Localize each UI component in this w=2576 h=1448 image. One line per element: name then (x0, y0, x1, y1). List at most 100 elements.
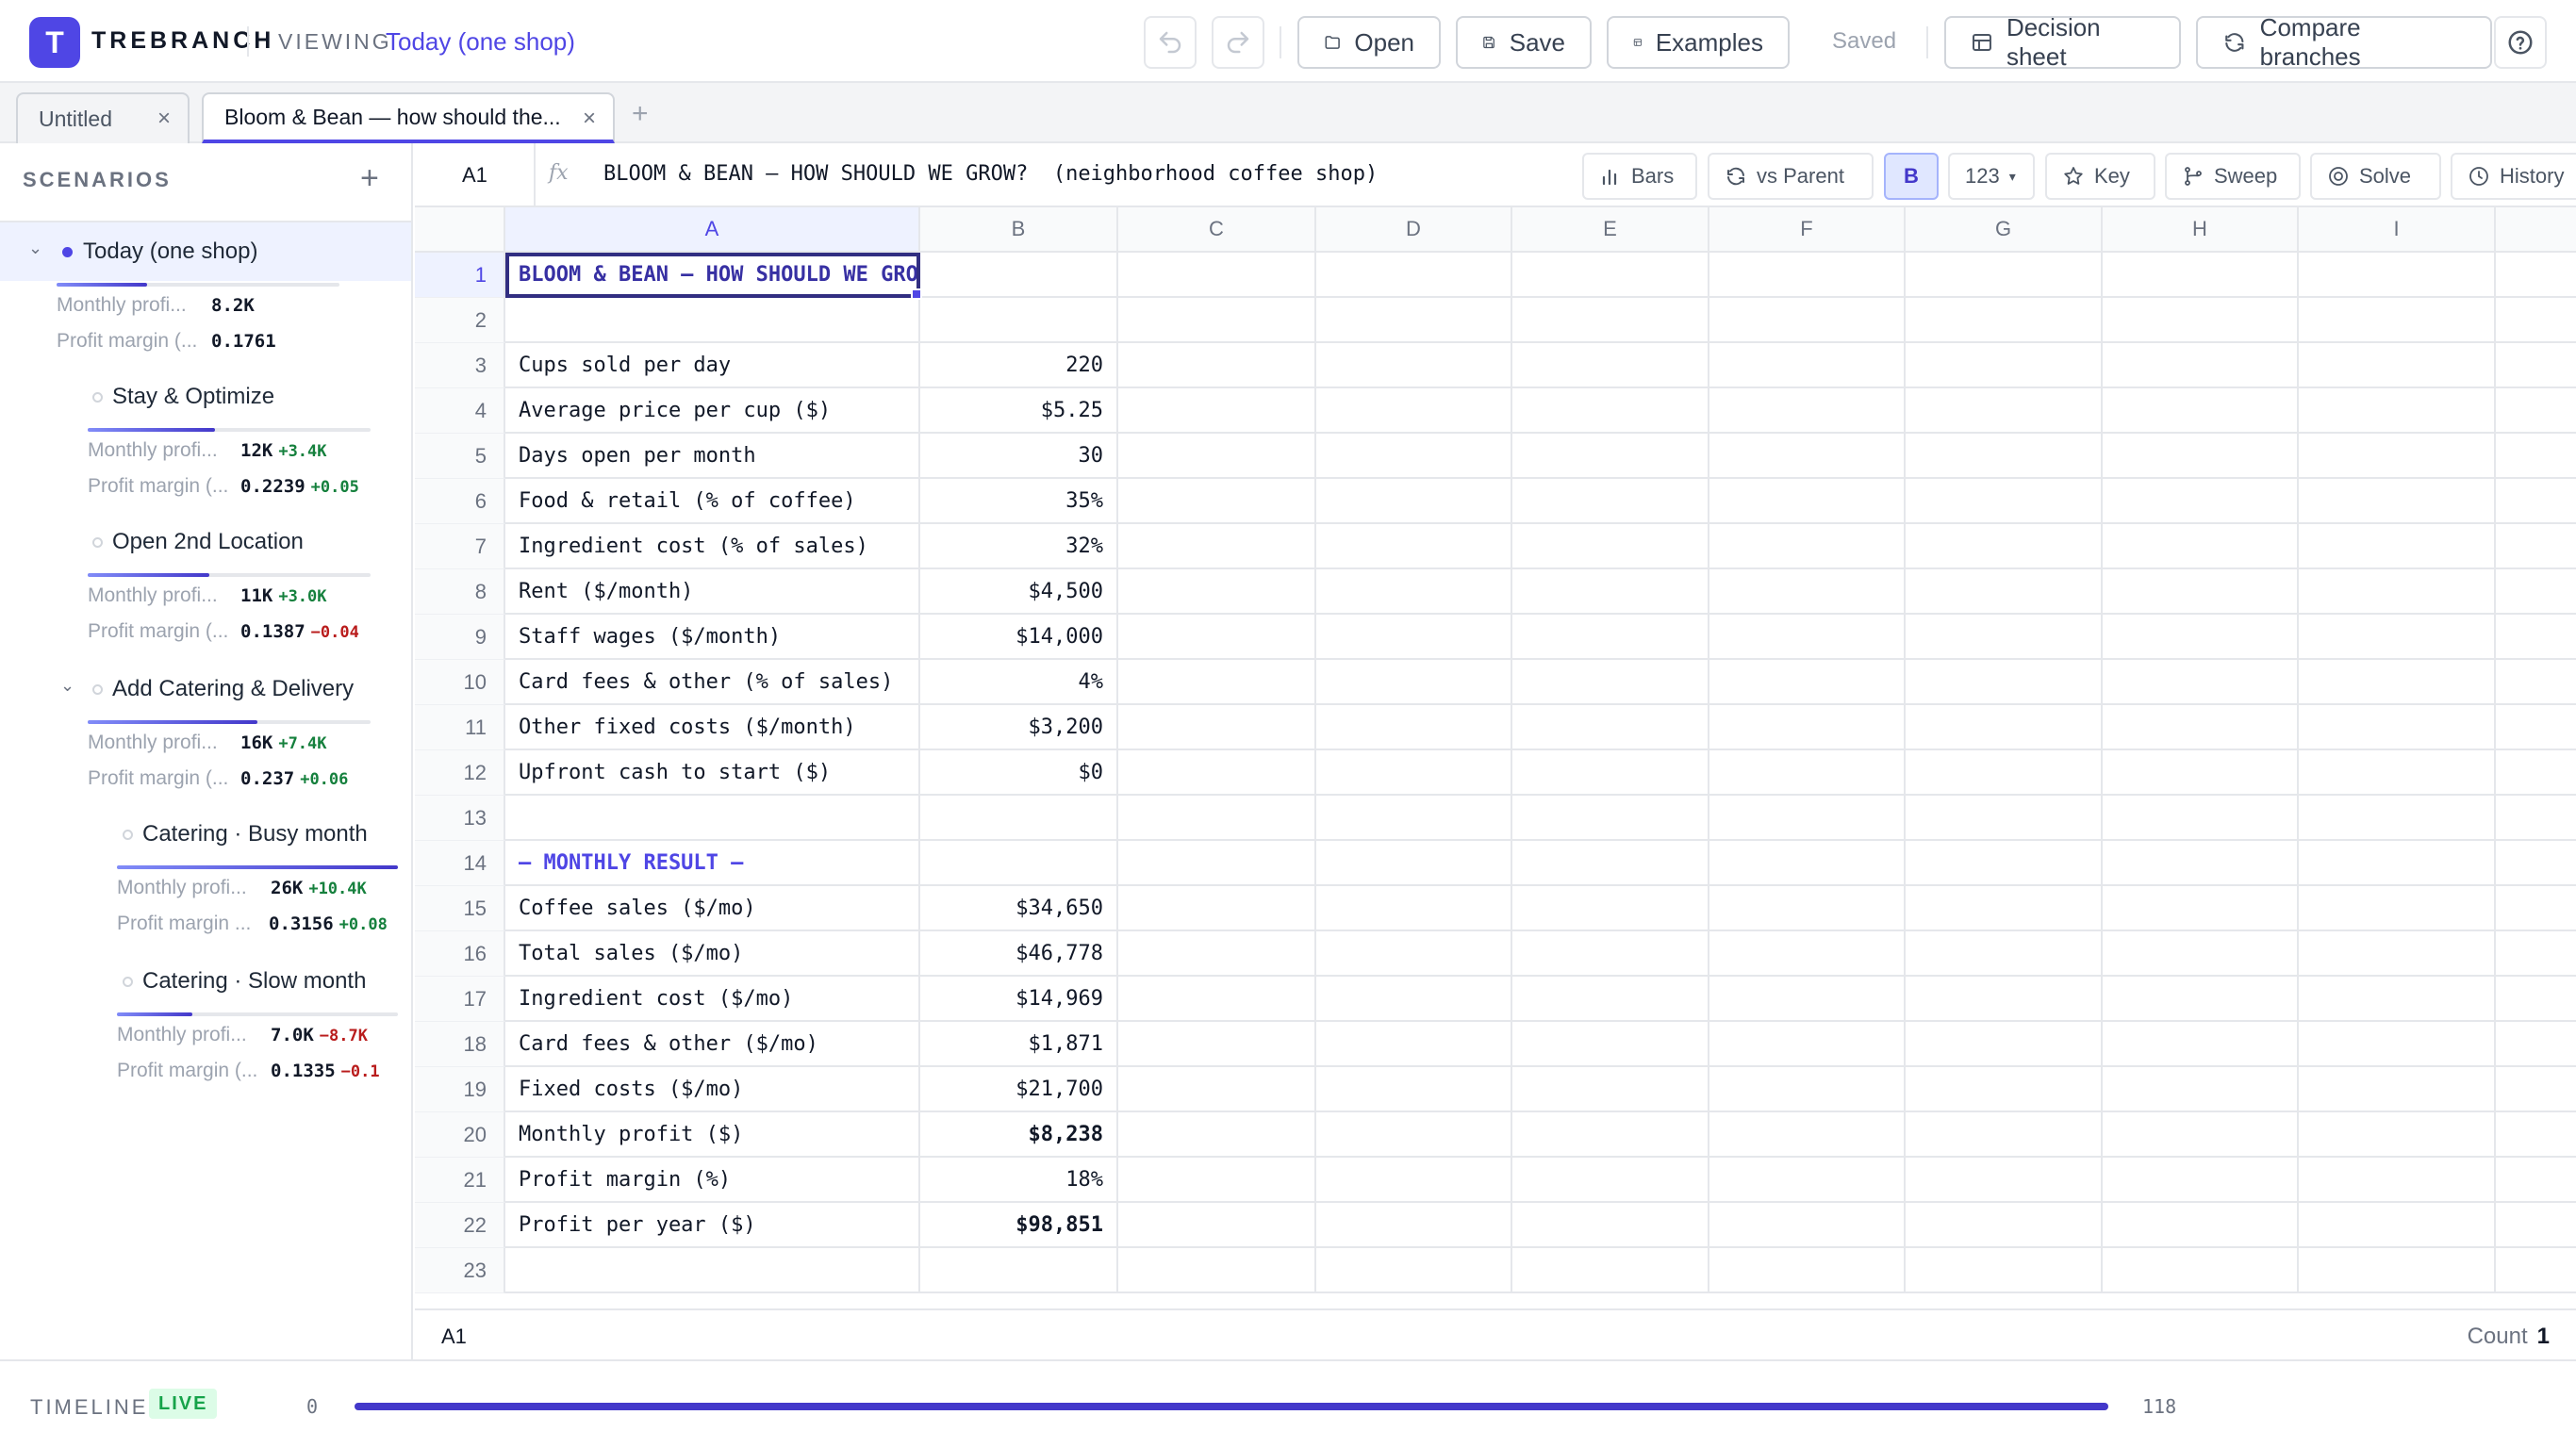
grid-cell[interactable] (2496, 750, 2576, 796)
grid-cell[interactable] (2299, 750, 2496, 796)
redo-button[interactable] (1212, 16, 1264, 69)
grid-cell[interactable] (1118, 1248, 1316, 1293)
grid-cell[interactable] (2299, 796, 2496, 841)
grid-cell[interactable] (1906, 343, 2103, 388)
grid-cell[interactable] (1512, 253, 1709, 298)
grid-cell[interactable] (1118, 569, 1316, 615)
column-header[interactable] (2496, 207, 2576, 253)
grid-cell[interactable] (1118, 1112, 1316, 1158)
grid-cell[interactable] (1709, 1112, 1906, 1158)
row-header[interactable]: 5 (415, 434, 505, 479)
undo-button[interactable] (1144, 16, 1197, 69)
decision-sheet-button[interactable]: Decision sheet (1944, 13, 2181, 71)
grid-cell[interactable] (1709, 1022, 1906, 1067)
grid-cell[interactable] (1906, 615, 2103, 660)
grid-cell[interactable] (1512, 1022, 1709, 1067)
grid-cell[interactable] (1906, 1067, 2103, 1112)
grid-cell[interactable] (1512, 388, 1709, 434)
grid-cell[interactable] (2299, 705, 2496, 750)
grid-cell[interactable] (2496, 977, 2576, 1022)
grid-cell[interactable] (1709, 660, 1906, 705)
grid-cell[interactable] (2103, 343, 2299, 388)
row-header[interactable]: 17 (415, 977, 505, 1022)
grid-cell[interactable]: — MONTHLY RESULT — (505, 841, 920, 886)
grid-cell[interactable] (2299, 1112, 2496, 1158)
grid-cell[interactable] (2299, 886, 2496, 931)
grid-cell[interactable] (2299, 479, 2496, 524)
grid-cell[interactable] (2299, 931, 2496, 977)
grid-cell[interactable] (2299, 388, 2496, 434)
grid-cell[interactable] (1709, 1158, 1906, 1203)
grid-cell[interactable]: Average price per cup ($) (505, 388, 920, 434)
grid-cell[interactable] (2299, 343, 2496, 388)
grid-cell[interactable] (2496, 569, 2576, 615)
close-icon[interactable]: × (583, 106, 596, 132)
row-header[interactable]: 3 (415, 343, 505, 388)
grid-cell[interactable] (920, 298, 1118, 343)
grid-cell[interactable] (1316, 841, 1512, 886)
grid-cell[interactable] (2496, 524, 2576, 569)
grid-cell[interactable] (920, 253, 1118, 298)
grid-cell[interactable] (1316, 388, 1512, 434)
grid-cell[interactable] (1316, 479, 1512, 524)
grid-cell[interactable] (1512, 615, 1709, 660)
grid-cell[interactable] (1316, 1112, 1512, 1158)
grid-cell[interactable] (2299, 253, 2496, 298)
grid-cell[interactable] (2103, 388, 2299, 434)
grid-cell[interactable] (2103, 479, 2299, 524)
grid-cell[interactable] (1316, 931, 1512, 977)
viewing-scenario[interactable]: Today (one shop) (386, 27, 575, 57)
grid-cell[interactable]: $8,238 (920, 1112, 1118, 1158)
grid-cell[interactable] (1709, 931, 1906, 977)
grid-cell[interactable] (505, 298, 920, 343)
grid-cell[interactable] (1512, 977, 1709, 1022)
compare-branches-button[interactable]: Compare branches (2196, 13, 2492, 71)
grid-cell[interactable] (2496, 886, 2576, 931)
row-header[interactable]: 22 (415, 1203, 505, 1248)
row-header[interactable]: 14 (415, 841, 505, 886)
grid-cell[interactable] (2299, 434, 2496, 479)
grid-cell[interactable] (2496, 1112, 2576, 1158)
grid-cell[interactable] (1118, 388, 1316, 434)
grid-cell[interactable]: Other fixed costs ($/month) (505, 705, 920, 750)
grid-cell[interactable] (1316, 750, 1512, 796)
grid-cell[interactable] (2496, 388, 2576, 434)
grid-cell[interactable] (1118, 796, 1316, 841)
grid-cell[interactable] (2496, 705, 2576, 750)
grid-cell[interactable] (2103, 660, 2299, 705)
vs-parent-button[interactable]: vs Parent (1708, 153, 1874, 200)
grid-cell[interactable] (2103, 1067, 2299, 1112)
row-header[interactable]: 4 (415, 388, 505, 434)
grid-cell[interactable] (1709, 569, 1906, 615)
grid-cell[interactable] (1906, 705, 2103, 750)
grid-cell[interactable] (1118, 434, 1316, 479)
grid-cell[interactable] (1316, 298, 1512, 343)
grid-cell[interactable] (1906, 1112, 2103, 1158)
grid-cell[interactable] (2103, 615, 2299, 660)
column-header-h[interactable]: H (2103, 207, 2299, 253)
grid-cell[interactable] (2103, 886, 2299, 931)
scenario-name[interactable]: Catering · Slow month (142, 968, 366, 995)
grid-cell[interactable]: Monthly profit ($) (505, 1112, 920, 1158)
grid-cell[interactable]: 18% (920, 1158, 1118, 1203)
grid-cell[interactable] (1906, 479, 2103, 524)
column-header-i[interactable]: I (2299, 207, 2496, 253)
grid-cell[interactable] (1316, 705, 1512, 750)
grid-cell[interactable] (2103, 434, 2299, 479)
grid-cell[interactable] (2496, 1067, 2576, 1112)
row-header[interactable]: 21 (415, 1158, 505, 1203)
grid-cell[interactable]: BLOOM & BEAN — HOW SHOULD WE GROW? (505, 253, 920, 298)
grid-cell[interactable] (1906, 1158, 2103, 1203)
grid-cell[interactable]: 220 (920, 343, 1118, 388)
grid-cell[interactable] (1709, 750, 1906, 796)
grid-cell[interactable] (1512, 569, 1709, 615)
row-header[interactable]: 1 (415, 253, 505, 298)
grid-cell[interactable] (1512, 705, 1709, 750)
grid-cell[interactable] (2496, 615, 2576, 660)
grid-cell[interactable] (2299, 1203, 2496, 1248)
grid-cell[interactable] (2103, 1248, 2299, 1293)
grid-cell[interactable] (2299, 298, 2496, 343)
grid-cell[interactable] (1316, 796, 1512, 841)
grid-cell[interactable] (920, 841, 1118, 886)
grid-cell[interactable] (1709, 388, 1906, 434)
